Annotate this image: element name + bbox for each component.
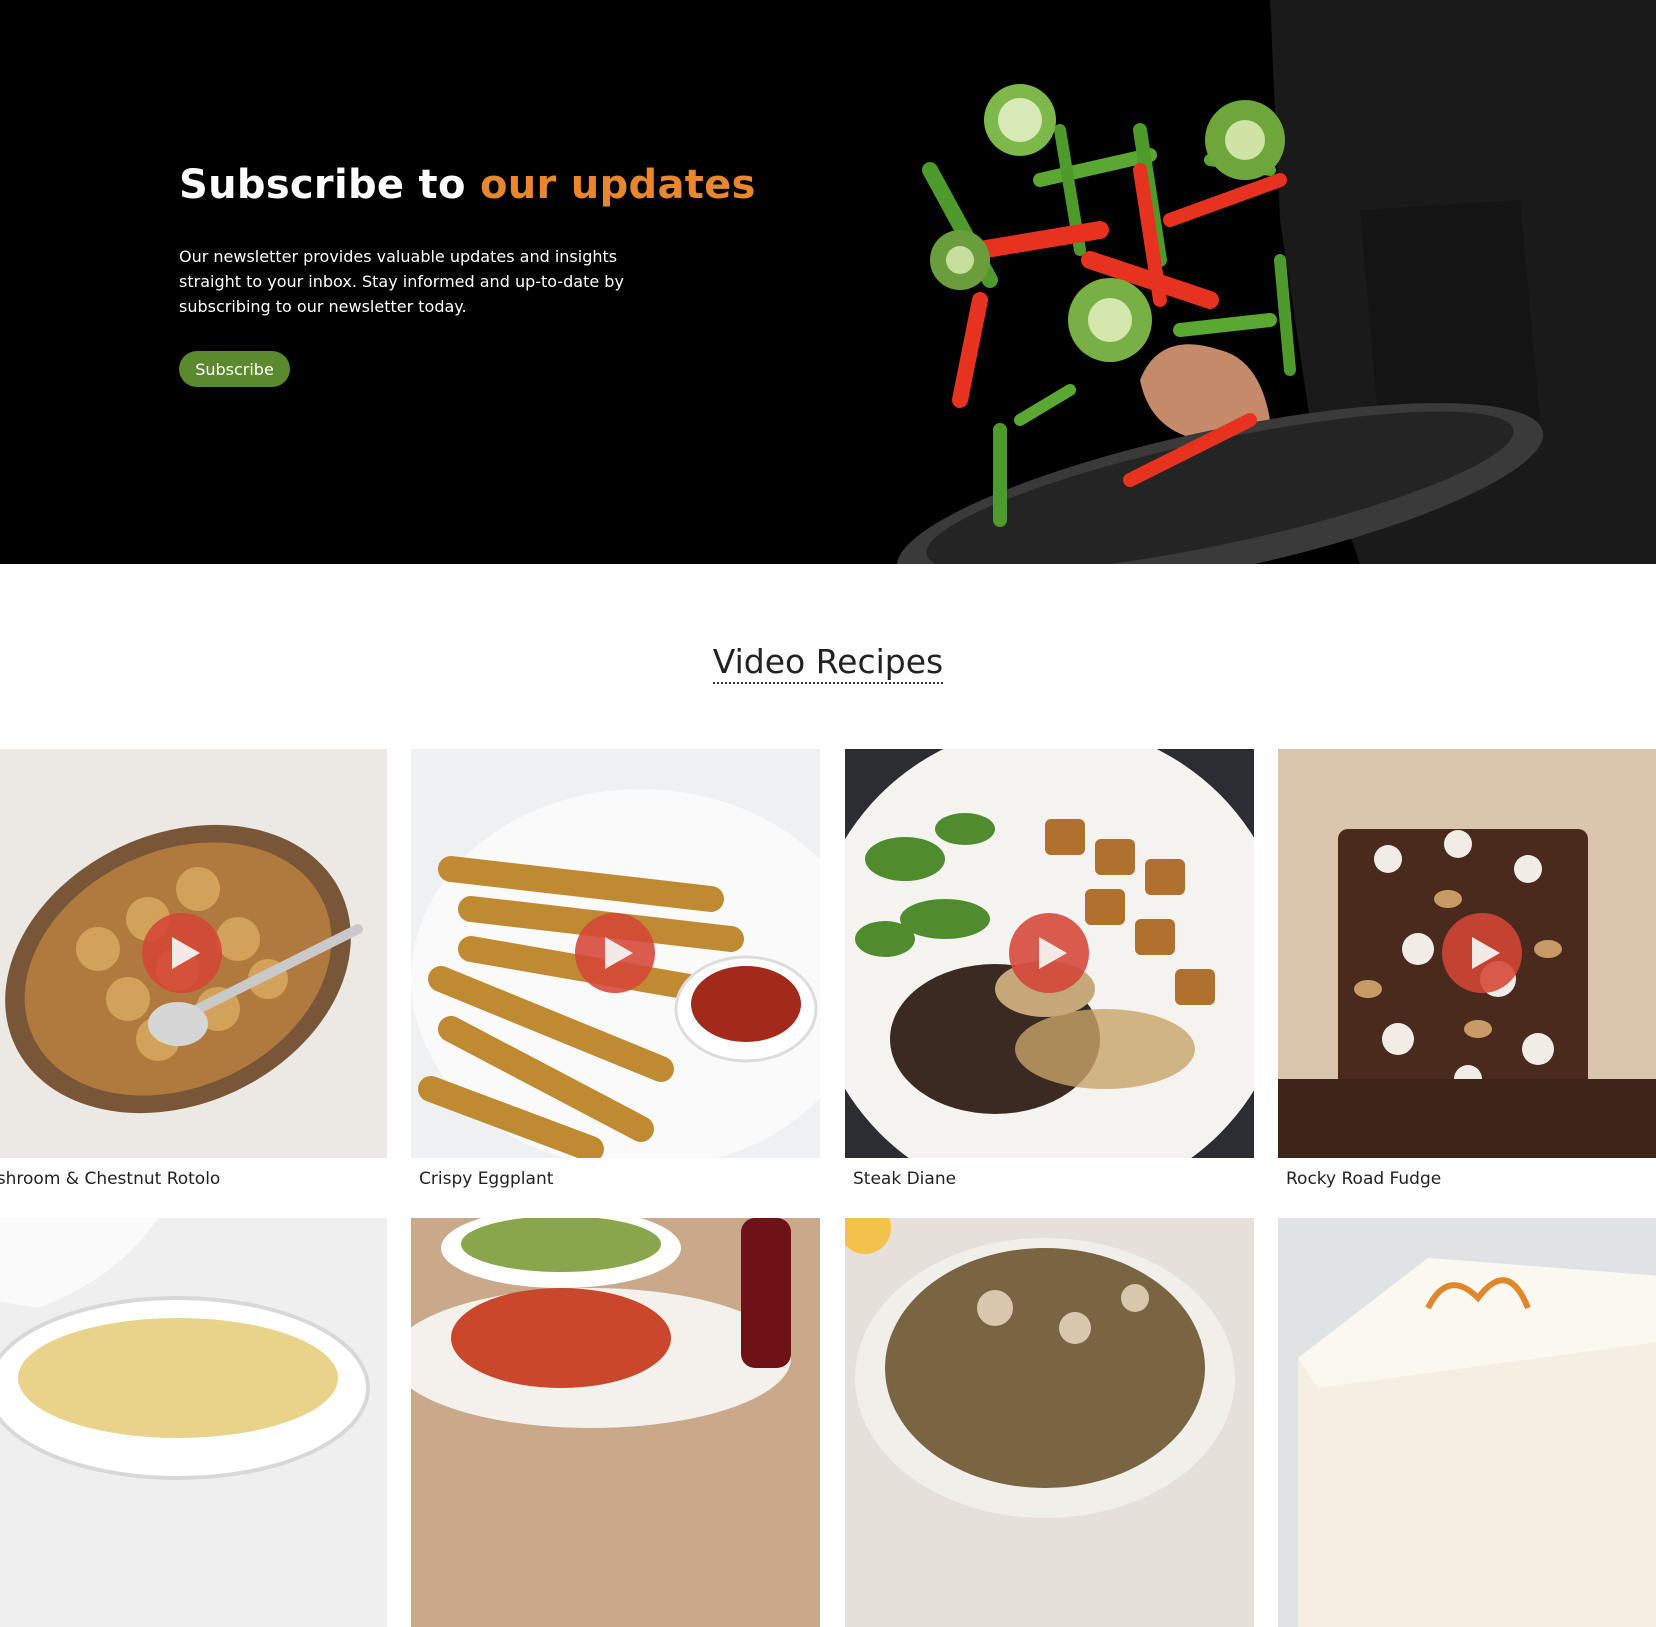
recipe-thumbnail[interactable] [0, 1218, 387, 1627]
play-button[interactable] [575, 913, 655, 993]
hero-vegetables-image [840, 0, 1656, 564]
newsletter-hero: Subscribe to our updates Our newsletter … [0, 0, 1656, 564]
recipe-card[interactable]: Crispy Eggplant [411, 749, 820, 1189]
subscribe-button[interactable]: Subscribe [179, 351, 290, 387]
video-recipes-title[interactable]: Video Recipes [712, 642, 944, 684]
play-icon [172, 937, 200, 969]
recipe-title[interactable]: Steak Diane [853, 1169, 956, 1189]
recipe-title[interactable]: Rocky Road Fudge [1286, 1169, 1441, 1189]
recipe-card[interactable]: ushroom & Chestnut Rotolo [0, 749, 387, 1189]
play-icon [1472, 937, 1500, 969]
chicken-dish-image [411, 1218, 820, 1627]
recipe-card[interactable] [411, 1218, 820, 1627]
recipe-thumbnail[interactable] [411, 749, 820, 1158]
noodle-soup-image [0, 1218, 387, 1627]
recipe-card[interactable] [0, 1218, 387, 1627]
recipe-card[interactable] [1278, 1218, 1656, 1627]
recipe-thumbnail[interactable] [0, 749, 387, 1158]
hero-title-plain: Subscribe to [179, 162, 480, 208]
video-recipes-heading: Video Recipes [0, 642, 1656, 684]
recipe-thumbnail[interactable] [845, 1218, 1254, 1627]
recipe-thumbnail[interactable] [1278, 749, 1656, 1158]
recipe-card[interactable] [845, 1218, 1254, 1627]
hero-description: Our newsletter provides valuable updates… [179, 247, 624, 316]
recipe-thumbnail[interactable] [1278, 1218, 1656, 1627]
recipe-card[interactable]: Steak Diane [845, 749, 1254, 1189]
recipe-title[interactable]: ushroom & Chestnut Rotolo [0, 1169, 220, 1189]
hero-title-accent: our updates [480, 162, 756, 208]
recipe-card[interactable]: Rocky Road Fudge [1278, 749, 1656, 1189]
play-button[interactable] [1442, 913, 1522, 993]
recipe-title[interactable]: Crispy Eggplant [419, 1169, 553, 1189]
carrot-cake-image [1278, 1218, 1656, 1627]
mushroom-soup-image [845, 1218, 1254, 1627]
recipe-thumbnail[interactable] [411, 1218, 820, 1627]
play-icon [1039, 937, 1067, 969]
play-button[interactable] [1009, 913, 1089, 993]
play-icon [605, 937, 633, 969]
hero-title: Subscribe to our updates [179, 162, 756, 208]
play-button[interactable] [142, 913, 222, 993]
recipe-thumbnail[interactable] [845, 749, 1254, 1158]
